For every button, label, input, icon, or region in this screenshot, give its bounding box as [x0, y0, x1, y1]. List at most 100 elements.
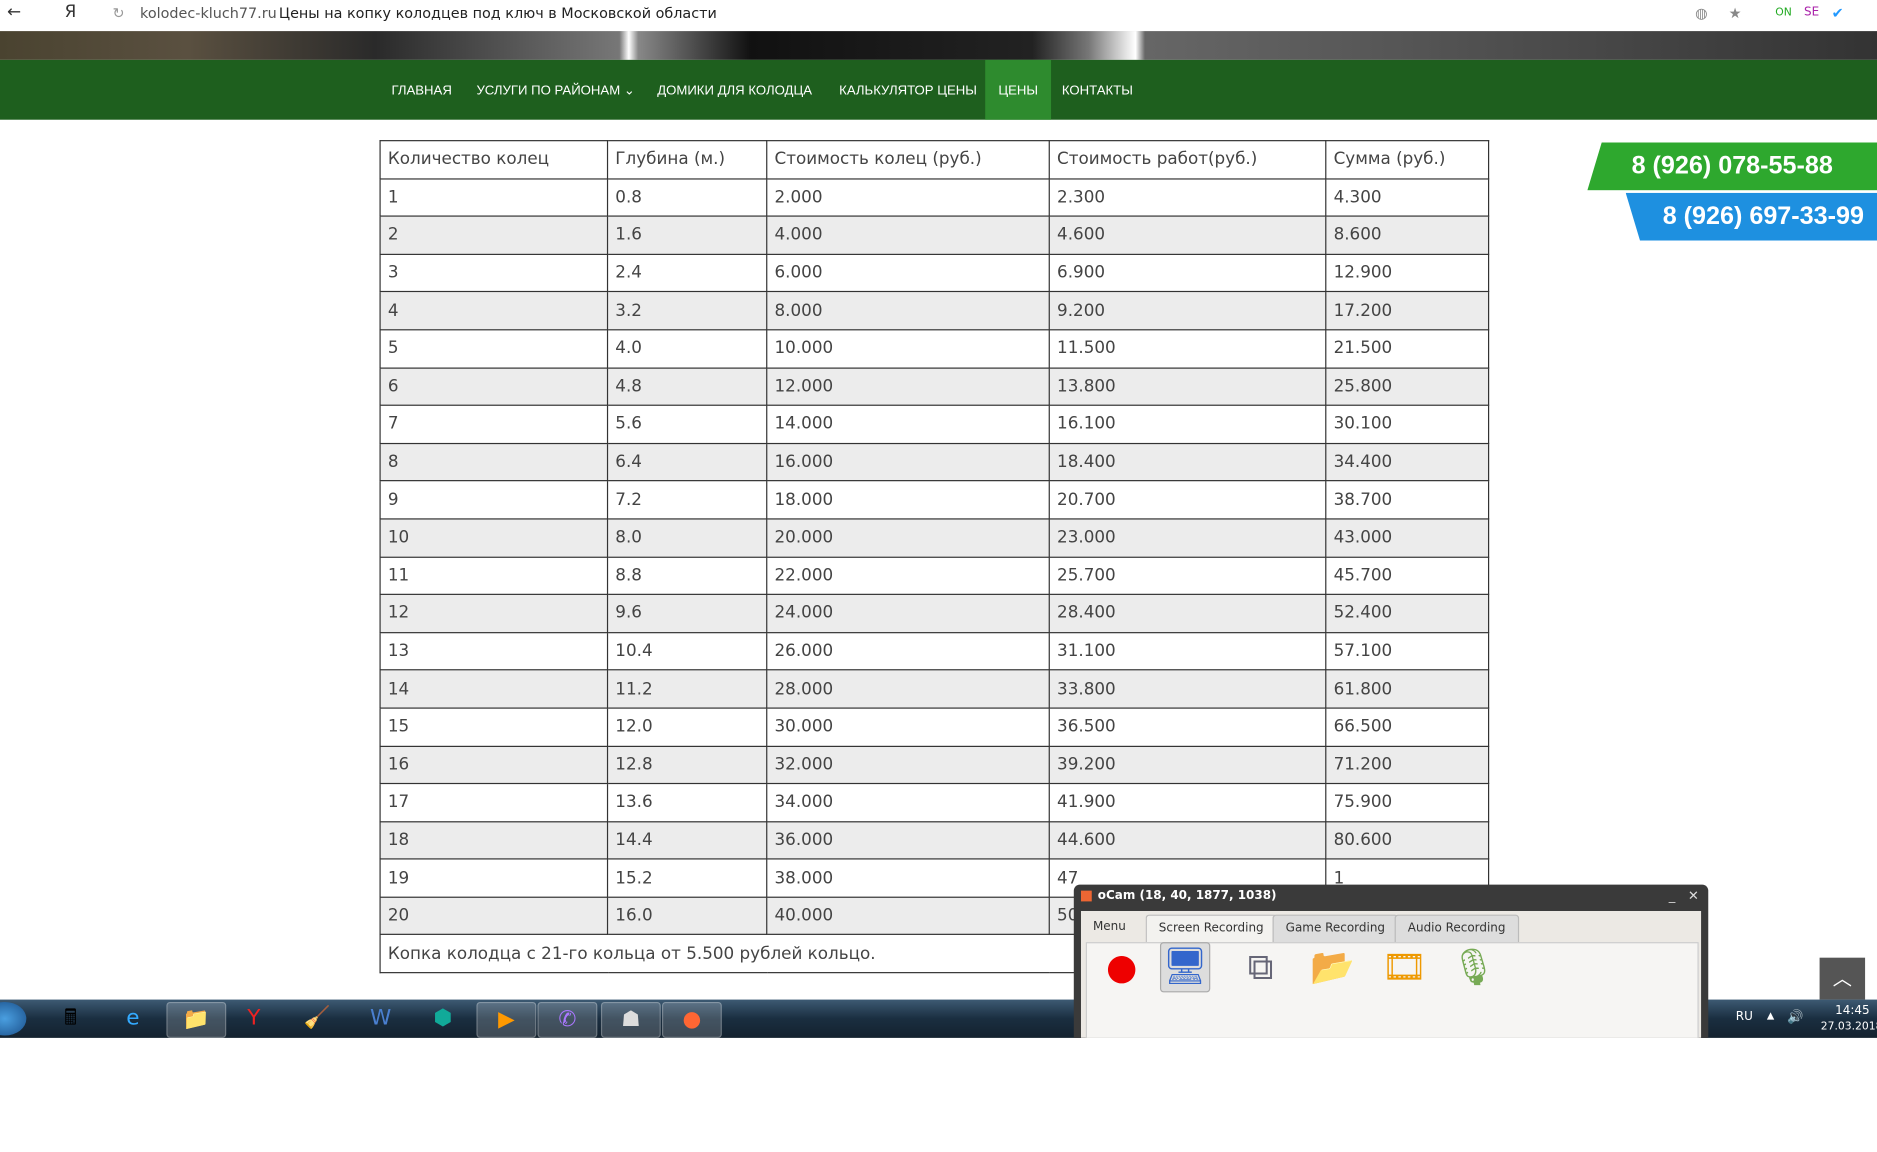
- table-cell: 9.200: [1048, 291, 1327, 331]
- scroll-to-top-button[interactable]: ︿: [1819, 957, 1866, 1000]
- capture-screen-icon[interactable]: 🖥: [1159, 942, 1211, 993]
- table-cell: 16.000: [766, 442, 1050, 482]
- nav-home[interactable]: ГЛАВНАЯ: [378, 60, 465, 120]
- ocam-taskbar-icon[interactable]: ●: [661, 1001, 722, 1038]
- microphone-icon[interactable]: 🎙: [1450, 945, 1498, 993]
- table-row: 4 3.2 8.000 9.200 17.200: [379, 291, 1490, 331]
- table-cell: 28.400: [1048, 593, 1327, 633]
- nav-houses[interactable]: ДОМИКИ ДЛЯ КОЛОДЦА: [644, 60, 825, 120]
- table-cell: 4.0: [606, 329, 768, 369]
- table-cell: 7: [379, 404, 609, 444]
- ocam-tab-audio-recording[interactable]: Audio Recording: [1394, 914, 1519, 944]
- language-indicator[interactable]: RU: [1736, 1010, 1753, 1023]
- table-cell: 30.000: [766, 707, 1050, 747]
- table-cell: 10.4: [606, 631, 768, 671]
- table-cell: 1.6: [606, 215, 768, 255]
- extension-se-icon[interactable]: SE: [1804, 6, 1819, 19]
- table-cell: 11.500: [1048, 329, 1327, 369]
- table-cell: 44.600: [1048, 820, 1327, 860]
- nav-calculator[interactable]: КАЛЬКУЛЯТОР ЦЕНЫ: [826, 60, 990, 120]
- clock-time[interactable]: 14:45: [1835, 1004, 1870, 1017]
- yandex-browser-icon[interactable]: Y: [225, 1002, 282, 1036]
- translate-icon[interactable]: ◍: [1695, 5, 1708, 22]
- extension-on-icon[interactable]: ON: [1775, 7, 1792, 19]
- table-cell: 4.300: [1325, 177, 1490, 217]
- viber-icon[interactable]: ✆: [537, 1001, 598, 1038]
- word-icon[interactable]: W: [352, 1002, 409, 1036]
- table-cell: 6.4: [606, 442, 768, 482]
- table-cell: 16.100: [1048, 404, 1327, 444]
- table-row: 5 4.0 10.000 11.500 21.500: [379, 329, 1490, 369]
- price-table: Количество колец Глубина (м.) Стоимость ко…: [379, 140, 1490, 974]
- calculator-icon[interactable]: 🖩: [42, 1002, 99, 1036]
- table-cell: 3.2: [606, 291, 768, 331]
- column-header: Сумма (руб.): [1325, 140, 1490, 180]
- reload-icon[interactable]: ↻: [113, 5, 125, 22]
- table-cell: 12.900: [1325, 253, 1490, 293]
- back-icon[interactable]: ←: [7, 2, 21, 21]
- table-cell: 36.000: [766, 820, 1050, 860]
- nav-prices[interactable]: ЦЕНЫ: [985, 59, 1052, 120]
- vpn-free-icon[interactable]: ⬢: [414, 1002, 471, 1036]
- table-cell: 45.700: [1325, 556, 1490, 596]
- star-icon[interactable]: ★: [1729, 5, 1742, 22]
- ccleaner-icon[interactable]: 🧹: [289, 1002, 346, 1036]
- table-cell: 13.6: [606, 783, 768, 823]
- table-row: 13 10.4 26.000 31.100 57.100: [379, 631, 1490, 671]
- start-button[interactable]: [0, 1001, 27, 1036]
- ocam-body: Menu Screen Recording Game Recording Aud…: [1080, 910, 1702, 1038]
- phone-2[interactable]: 8 (926) 697-33-99: [1625, 192, 1877, 241]
- yandex-logo[interactable]: Я: [65, 2, 77, 21]
- table-cell: 18.400: [1048, 442, 1327, 482]
- ocam-tab-game-recording[interactable]: Game Recording: [1272, 914, 1399, 944]
- clock-date[interactable]: 27.03.2018: [1821, 1021, 1877, 1033]
- ie-icon[interactable]: e: [104, 1002, 161, 1036]
- chevron-up-icon: ︿: [1832, 967, 1852, 991]
- minimize-button[interactable]: _: [1669, 888, 1676, 904]
- table-cell: 22.000: [766, 556, 1050, 596]
- table-cell: 20: [379, 896, 609, 936]
- table-cell: 4.600: [1048, 215, 1327, 255]
- table-cell: 11.2: [606, 669, 768, 709]
- table-cell: 16: [379, 745, 609, 785]
- table-cell: 8: [379, 442, 609, 482]
- phone-1[interactable]: 8 (926) 078-55-88: [1587, 142, 1877, 191]
- url-text[interactable]: kolodec-kluch77.ru: [140, 5, 277, 22]
- volume-icon[interactable]: 🔊: [1787, 1009, 1803, 1025]
- table-cell: 14.4: [606, 820, 768, 860]
- browser-address-bar: ← Я ↻ kolodec-kluch77.ru Цены на копку к…: [0, 0, 1877, 33]
- close-button[interactable]: ✕: [1688, 888, 1699, 904]
- resize-icon[interactable]: ⧉: [1237, 945, 1285, 993]
- table-row: 11 8.8 22.000 25.700 45.700: [379, 556, 1490, 596]
- table-cell: 25.700: [1048, 556, 1327, 596]
- table-cell: 10.000: [766, 329, 1050, 369]
- column-header: Стоимость работ(руб.): [1048, 140, 1327, 180]
- table-cell: 34.000: [766, 783, 1050, 823]
- chevron-down-icon: ⌄: [623, 83, 635, 99]
- extension-check-icon[interactable]: ✔: [1832, 5, 1844, 22]
- table-cell: 14.000: [766, 404, 1050, 444]
- media-player-icon[interactable]: ▶: [476, 1001, 537, 1038]
- ghost-app-icon[interactable]: ☗: [600, 1001, 661, 1038]
- open-folder-icon[interactable]: 📂: [1308, 945, 1356, 993]
- nav-services[interactable]: УСЛУГИ ПО РАЙОНАМ ⌄: [463, 60, 648, 120]
- table-cell: 17: [379, 783, 609, 823]
- record-icon[interactable]: ●: [1098, 945, 1146, 993]
- table-cell: 20.000: [766, 518, 1050, 558]
- table-cell: 75.900: [1325, 783, 1490, 823]
- nav-contacts[interactable]: КОНТАКТЫ: [1049, 60, 1146, 120]
- table-cell: 43.000: [1325, 518, 1490, 558]
- ocam-tab-screen-recording[interactable]: Screen Recording: [1145, 914, 1277, 943]
- codec-icon[interactable]: 🎞: [1380, 945, 1428, 993]
- table-cell: 30.100: [1325, 404, 1490, 444]
- explorer-icon[interactable]: 📁: [166, 1001, 227, 1038]
- ocam-tab-menu[interactable]: Menu: [1081, 915, 1138, 941]
- table-row: 17 13.6 34.000 41.900 75.900: [379, 783, 1490, 823]
- page-title: Цены на копку колодцев под ключ в Москов…: [278, 4, 717, 22]
- table-cell: 17.200: [1325, 291, 1490, 331]
- table-cell: 34.400: [1325, 442, 1490, 482]
- table-cell: 1: [379, 177, 609, 217]
- table-cell: 25.800: [1325, 366, 1490, 406]
- tray-arrow-icon[interactable]: ▲: [1767, 1010, 1774, 1021]
- table-cell: 4.000: [766, 215, 1050, 255]
